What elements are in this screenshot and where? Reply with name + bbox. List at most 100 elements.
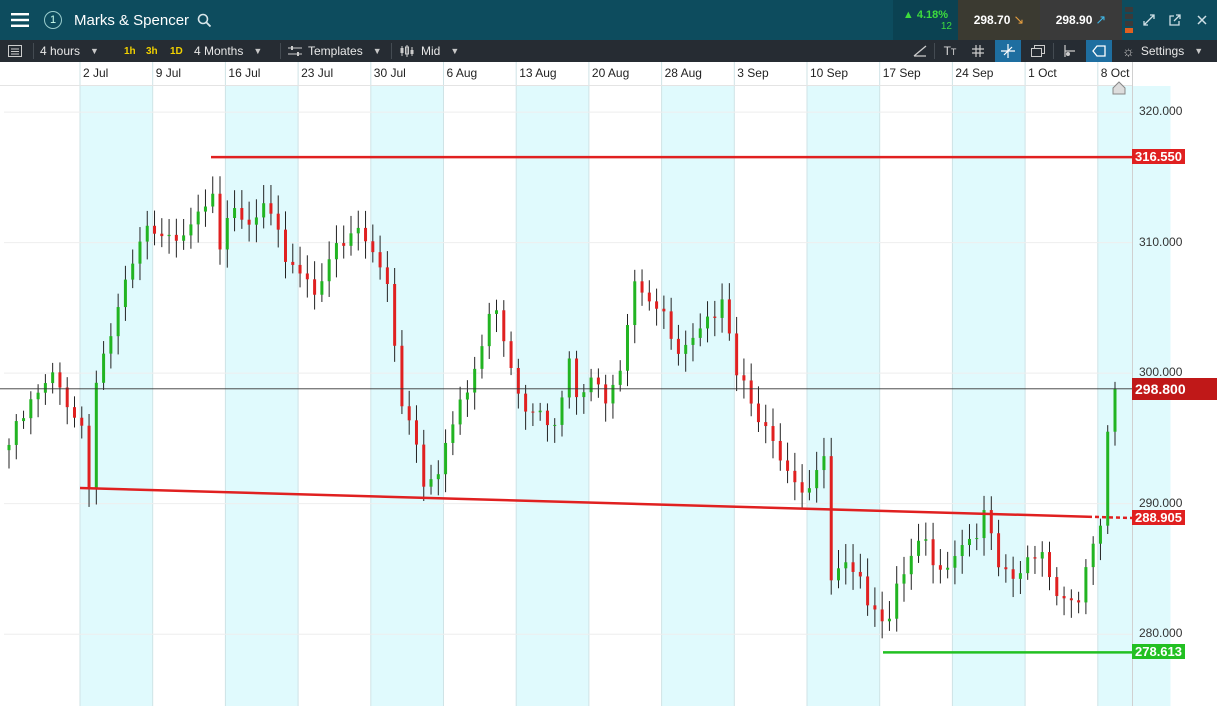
candle-body	[1091, 543, 1095, 568]
candle-body	[749, 380, 753, 404]
resistance-price-tag: 316.550	[1132, 149, 1185, 165]
crosshair-icon	[1001, 44, 1015, 58]
candle-body	[786, 460, 790, 471]
range-select[interactable]: 4 Months	[194, 40, 276, 62]
candle-body	[138, 241, 142, 264]
candle-body	[873, 605, 877, 610]
chart-toolbar: 4 hours 1h 3h 1D 4 Months Templates Mid …	[0, 40, 1217, 62]
candle-body	[735, 333, 739, 376]
x-tick-label: 10 Sep	[810, 66, 849, 80]
week-band	[80, 86, 153, 706]
price-chart[interactable]: 2 Jul 9 Jul 16 Jul 23 Jul 30 Jul 6 Aug 13 Aug 2…	[0, 62, 1217, 706]
settings-button[interactable]: ☼ Settings	[1122, 40, 1203, 62]
x-tick-label: 24 Sep	[955, 66, 994, 80]
x-tick-label: 3 Sep	[737, 66, 769, 80]
interval-select[interactable]: 4 hours	[40, 40, 118, 62]
candle-body	[560, 397, 564, 425]
trend-line-extension	[1087, 515, 1133, 520]
support-price-tag: 278.613	[1132, 644, 1185, 660]
interval-3h[interactable]: 3h	[146, 40, 158, 62]
candle-body	[640, 281, 644, 293]
indicator-button[interactable]	[1058, 40, 1080, 62]
y-tick-label: 290.000	[1139, 495, 1183, 510]
menu-button[interactable]	[0, 0, 40, 40]
up-arrow-icon: ↗	[1095, 12, 1107, 27]
sell-price: 298.70	[973, 13, 1011, 27]
candle-body	[567, 358, 571, 398]
candle-body	[589, 377, 593, 393]
x-tick-label: 23 Jul	[301, 66, 334, 80]
close-button[interactable]	[1190, 0, 1214, 40]
candle-body	[269, 203, 273, 214]
candle-body	[429, 479, 433, 487]
hamburger-icon	[11, 13, 29, 27]
home-icon[interactable]	[1112, 81, 1126, 95]
candle-body	[1098, 525, 1102, 544]
candle-body	[320, 281, 324, 295]
x-tick-label: 20 Aug	[591, 66, 630, 80]
candle-body	[51, 372, 55, 384]
expand-button[interactable]	[1138, 0, 1160, 40]
candle-body	[698, 328, 702, 338]
x-tick-label: 9 Jul	[155, 66, 182, 80]
popout-button[interactable]	[1164, 0, 1186, 40]
candle-body	[887, 618, 891, 622]
candle-body	[87, 425, 91, 489]
candle-body	[284, 229, 287, 262]
candle-body	[153, 225, 157, 234]
candle-body	[676, 338, 680, 354]
panel-toggle-button[interactable]	[8, 40, 30, 62]
sell-button[interactable]: 298.70 ↘	[958, 0, 1040, 40]
account-badge[interactable]: 1	[40, 0, 66, 40]
candle-body	[611, 384, 615, 404]
candle-body	[313, 279, 317, 295]
candle-body	[400, 345, 404, 407]
candle-body	[29, 399, 33, 419]
candle-body	[1106, 431, 1110, 526]
week-band	[952, 86, 1026, 706]
week-band	[661, 86, 735, 706]
candle-body	[407, 406, 411, 421]
instrument-selector[interactable]: Marks & Spencer	[66, 0, 216, 40]
candle-body	[975, 538, 979, 540]
crosshair-button[interactable]	[995, 40, 1021, 62]
tag-button[interactable]	[1086, 40, 1112, 62]
candle-body	[174, 234, 178, 241]
candle-body	[604, 384, 608, 404]
templates-select[interactable]: Templates	[288, 40, 382, 62]
interval-1h[interactable]: 1h	[124, 40, 136, 62]
indicator-icon	[1064, 45, 1075, 57]
interval-1d[interactable]: 1D	[170, 40, 183, 62]
buy-button[interactable]: 298.90 ↗	[1040, 0, 1122, 40]
gear-icon: ☼	[1122, 43, 1135, 59]
chart-canvas[interactable]	[0, 62, 1217, 706]
drawing-tool-button[interactable]	[910, 40, 930, 62]
price-type-select[interactable]: Mid	[399, 40, 459, 62]
candle-body	[815, 470, 819, 489]
candle-body	[436, 474, 440, 480]
text-size-icon: TT	[943, 44, 957, 58]
search-icon	[197, 13, 212, 27]
candle-body	[866, 576, 870, 606]
down-arrow-icon: ↘	[1013, 12, 1025, 27]
text-tool-button[interactable]: TT	[940, 40, 960, 62]
candle-body	[22, 418, 26, 422]
candle-body	[662, 308, 666, 312]
candle-body	[713, 316, 717, 318]
candle-body	[509, 341, 513, 368]
candle-body	[1084, 567, 1088, 603]
current-price-tag: 298.800	[1132, 377, 1217, 400]
y-tick-label: 310.000	[1139, 234, 1183, 249]
layers-button[interactable]	[1028, 40, 1048, 62]
candle-body	[575, 358, 579, 398]
candle-body	[1055, 577, 1059, 597]
candle-body	[764, 422, 768, 427]
x-tick-label: 2 Jul	[83, 66, 109, 80]
candle-body	[997, 533, 1001, 568]
candle-body	[58, 372, 62, 388]
candle-body	[1048, 552, 1052, 578]
change-count: 12	[940, 20, 952, 32]
candle-body	[902, 574, 906, 584]
candle-body	[858, 571, 862, 577]
grid-button[interactable]	[968, 40, 988, 62]
